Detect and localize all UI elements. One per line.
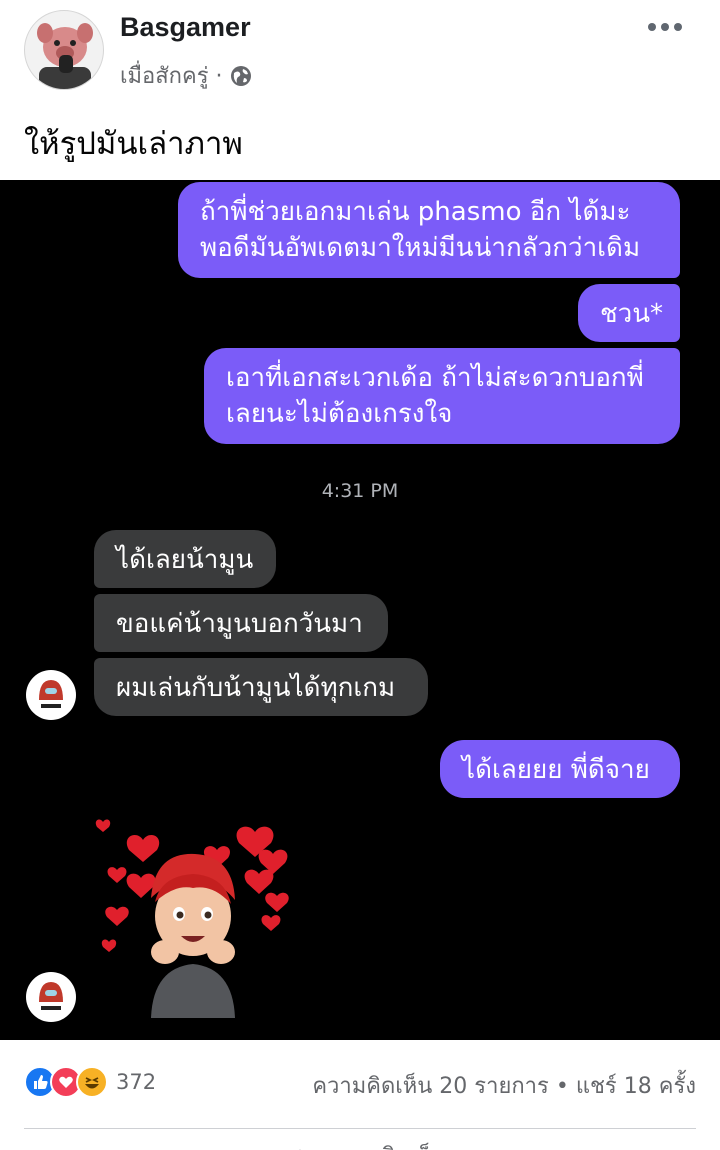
footer-divider	[24, 1128, 696, 1129]
more-options-button[interactable]	[648, 20, 684, 34]
reactions-summary[interactable]: 372	[24, 1066, 156, 1098]
haha-icon	[76, 1066, 108, 1098]
impostor-avatar-icon	[26, 972, 76, 1022]
dot-icon	[648, 23, 656, 31]
globe-icon	[229, 64, 253, 88]
chat-message-outgoing: ถ้าพี่ช่วยเอกมาเล่น phasmo อีก ได้มะ พอด…	[178, 182, 680, 278]
chat-message-incoming: ผมเล่นกับน้ามูนได้ทุกเกม	[94, 658, 428, 716]
dot-icon	[674, 23, 682, 31]
chat-message-outgoing: เอาที่เอกสะเวกเด้อ ถ้าไม่สะดวกบอกพี่ เลย…	[204, 348, 680, 444]
post-time[interactable]: เมื่อสักครู่ ·	[120, 58, 223, 93]
chat-message-outgoing: ได้เลยยย พี่ดีจาย	[440, 740, 680, 798]
author-avatar[interactable]	[24, 10, 104, 90]
comments-shares-stats[interactable]: ความคิดเห็น 20 รายการ • แชร์ 18 ครั้ง	[312, 1068, 696, 1103]
post-caption: ให้รูปมันเล่าภาพ	[24, 126, 243, 162]
chat-message-incoming: ได้เลยน้ามูน	[94, 530, 276, 588]
chat-timestamp: 4:31 PM	[321, 480, 399, 502]
chat-message-incoming: ขอแค่น้ามูนบอกวันมา	[94, 594, 388, 652]
comment-action-label[interactable]: แสดงความคิดเห็น	[0, 1138, 720, 1150]
post-header: Basgamer เมื่อสักครู่ ·	[0, 0, 720, 110]
impostor-avatar-icon	[26, 670, 76, 720]
dot-icon	[661, 23, 669, 31]
hearts-memoji-sticker	[95, 818, 305, 1028]
post-meta: เมื่อสักครู่ ·	[120, 58, 253, 93]
reaction-count[interactable]: 372	[116, 1070, 156, 1094]
author-name[interactable]: Basgamer	[120, 12, 251, 43]
chat-screenshot[interactable]: ถ้าพี่ช่วยเอกมาเล่น phasmo อีก ได้มะ พอด…	[0, 180, 720, 1040]
chat-message-outgoing: ชวน*	[578, 284, 680, 342]
